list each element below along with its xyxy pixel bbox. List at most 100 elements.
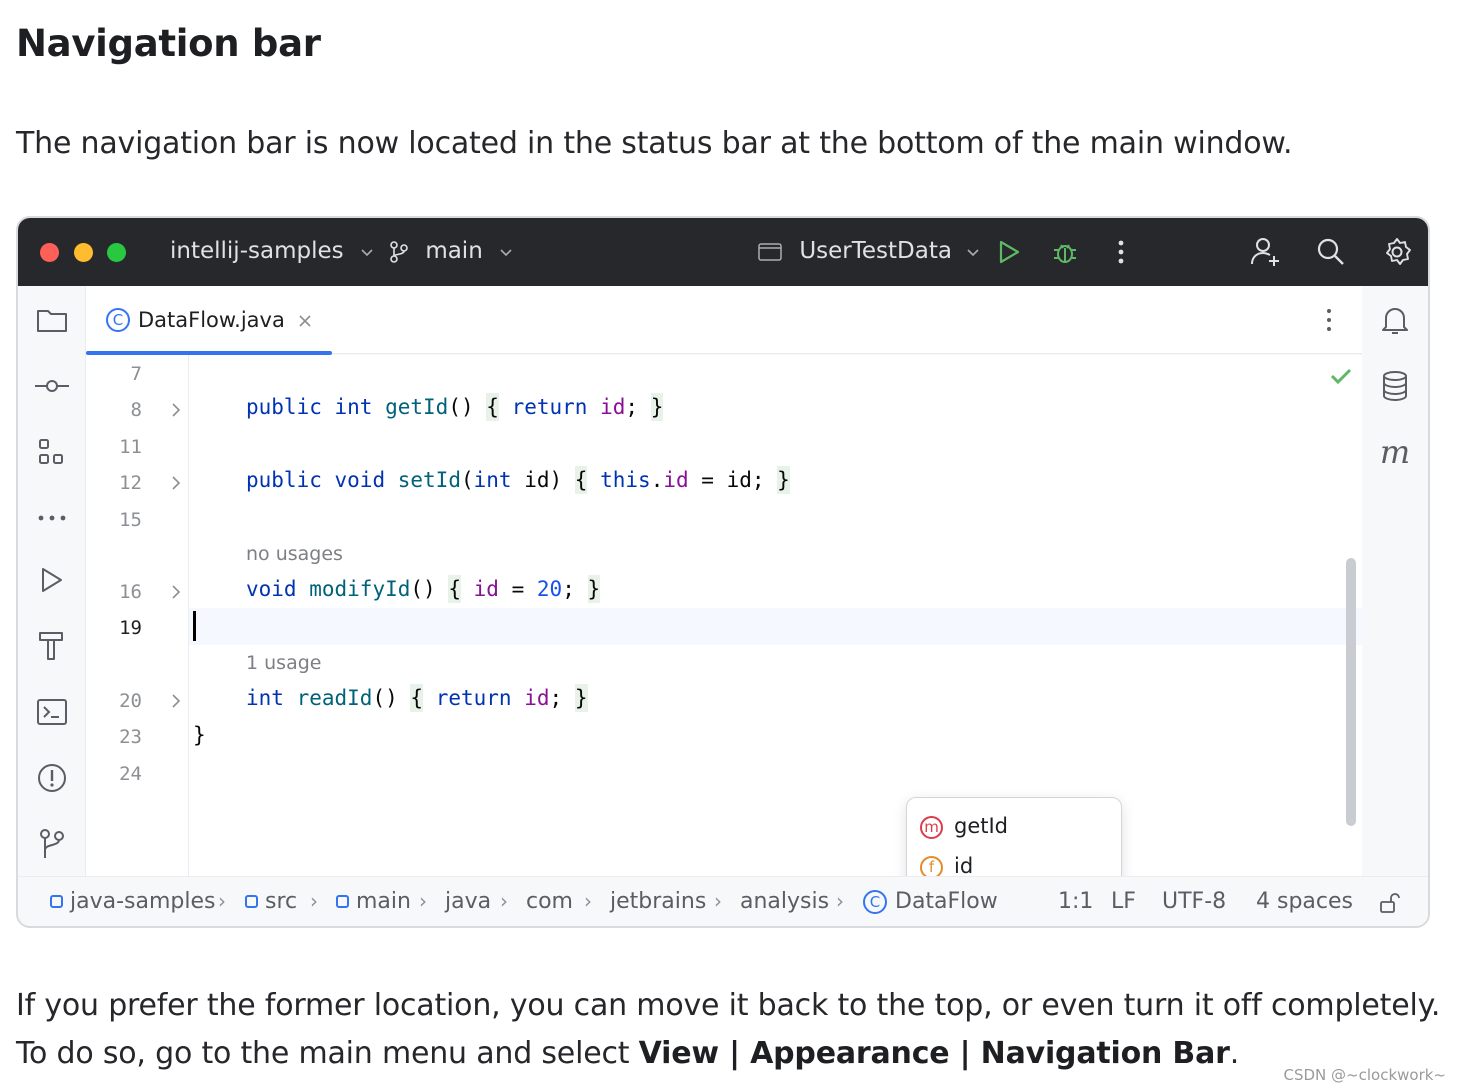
line-number: 11 xyxy=(119,436,142,458)
right-toolbar: m xyxy=(1360,286,1428,876)
breadcrumb-separator: › xyxy=(419,889,427,913)
maven-tool-button[interactable]: m xyxy=(1375,432,1415,472)
run-tool-button[interactable] xyxy=(32,560,72,600)
search-icon xyxy=(1317,238,1344,265)
line-number: 20 xyxy=(119,690,142,712)
notifications-button[interactable] xyxy=(1375,300,1415,340)
usages-hint[interactable]: no usages xyxy=(246,543,343,565)
breadcrumb-item[interactable]: main xyxy=(336,889,411,914)
line-separator-selector[interactable]: LF xyxy=(1111,889,1136,914)
more-horiz-icon xyxy=(38,515,66,521)
breadcrumb-separator: › xyxy=(310,889,318,913)
maven-icon: m xyxy=(1379,433,1411,471)
breadcrumb-item[interactable]: java xyxy=(445,889,491,914)
line-number: 12 xyxy=(119,472,142,494)
fold-chevron-icon[interactable] xyxy=(170,401,182,419)
line-number-current: 19 xyxy=(119,617,142,639)
structure-tool-button[interactable] xyxy=(32,432,72,472)
code-editor[interactable]: 7 8 11 12 15 16 19 20 23 24 public int g… xyxy=(86,355,1362,926)
more-tools-button[interactable] xyxy=(32,498,72,538)
folder-icon xyxy=(336,895,349,908)
current-line-highlight xyxy=(86,608,1362,645)
git-branch-icon xyxy=(390,240,408,263)
settings-button[interactable] xyxy=(1380,235,1414,269)
method-icon: m xyxy=(920,816,943,839)
structure-icon xyxy=(39,439,63,464)
breadcrumb-separator: › xyxy=(584,889,592,913)
lock-icon[interactable] xyxy=(1378,891,1402,915)
zoom-window-button[interactable] xyxy=(107,243,126,262)
tab-options-icon[interactable] xyxy=(1326,308,1332,332)
tab-label: DataFlow.java xyxy=(138,308,285,332)
line-number: 24 xyxy=(119,763,142,785)
commit-icon xyxy=(35,380,69,392)
search-everywhere-button[interactable] xyxy=(1314,235,1348,269)
minimize-window-button[interactable] xyxy=(74,243,93,262)
completion-item[interactable]: m getId xyxy=(916,808,1114,846)
breadcrumb-item[interactable]: jetbrains xyxy=(610,889,706,914)
fold-chevron-icon[interactable] xyxy=(170,583,182,601)
chevron-down-icon xyxy=(361,248,373,256)
fold-chevron-icon[interactable] xyxy=(170,474,182,492)
indent-selector[interactable]: 4 spaces xyxy=(1256,889,1353,914)
database-tool-button[interactable] xyxy=(1375,366,1415,406)
encoding-selector[interactable]: UTF-8 xyxy=(1162,889,1226,914)
run-button[interactable] xyxy=(992,235,1026,269)
caret-position[interactable]: 1:1 xyxy=(1058,889,1093,914)
code-with-me-button[interactable] xyxy=(1248,235,1282,269)
terminal-tool-button[interactable] xyxy=(32,692,72,732)
breadcrumb-item[interactable]: java-samples xyxy=(50,889,215,914)
branch-switcher[interactable]: main xyxy=(388,238,514,264)
bell-icon xyxy=(1382,308,1408,334)
title-bar: intellij-samples main UserTestData xyxy=(18,218,1428,286)
run-config-name: UserTestData xyxy=(799,238,952,264)
debug-icon xyxy=(1054,244,1076,263)
git-tool-button[interactable] xyxy=(32,824,72,864)
more-vert-icon xyxy=(1118,240,1124,264)
code-line-23: } xyxy=(193,723,206,747)
module-icon xyxy=(50,895,63,908)
breadcrumb-item[interactable]: analysis xyxy=(740,889,829,914)
problems-icon xyxy=(38,764,66,792)
text-caret xyxy=(193,611,196,641)
project-tool-button[interactable] xyxy=(32,300,72,340)
check-icon xyxy=(1330,368,1352,385)
scrollbar-thumb[interactable] xyxy=(1346,558,1356,826)
line-number: 8 xyxy=(130,399,142,421)
breadcrumb-separator: › xyxy=(836,889,844,913)
tab-dataflow-java[interactable]: C DataFlow.java xyxy=(86,286,332,355)
fold-chevron-icon[interactable] xyxy=(170,692,182,710)
build-tool-button[interactable] xyxy=(32,626,72,666)
breadcrumb-separator: › xyxy=(714,889,722,913)
completion-item[interactable]: m readId xyxy=(916,927,1114,928)
line-number: 7 xyxy=(130,363,142,385)
breadcrumb-item[interactable]: C DataFlow xyxy=(863,889,998,914)
code-line-20: int readId() { return id; } xyxy=(246,684,588,712)
code-line-8: public int getId() { return id; } xyxy=(246,393,664,421)
commit-tool-button[interactable] xyxy=(32,366,72,406)
line-number: 15 xyxy=(119,509,142,531)
code-line-12: public void setId(int id) { this.id = id… xyxy=(246,466,790,494)
debug-button[interactable] xyxy=(1048,235,1082,269)
run-icon xyxy=(42,568,62,592)
completion-label: id xyxy=(954,854,974,878)
breadcrumb-item[interactable]: src xyxy=(245,889,297,914)
build-icon xyxy=(39,632,63,660)
breadcrumb-separator: › xyxy=(218,889,226,913)
run-config-selector[interactable]: UserTestData xyxy=(758,238,981,264)
chevron-down-icon xyxy=(500,248,512,256)
close-window-button[interactable] xyxy=(40,243,59,262)
problems-tool-button[interactable] xyxy=(32,758,72,798)
usages-hint[interactable]: 1 usage xyxy=(246,652,321,674)
breadcrumb-item[interactable]: com xyxy=(526,889,573,914)
run-icon xyxy=(999,240,1020,264)
class-icon: C xyxy=(863,889,887,914)
more-actions-button[interactable] xyxy=(1104,235,1138,269)
close-icon[interactable] xyxy=(298,314,312,328)
project-switcher[interactable]: intellij-samples xyxy=(170,238,375,264)
branch-name: main xyxy=(425,238,483,264)
terminal-icon xyxy=(37,699,67,725)
breadcrumb-separator: › xyxy=(500,889,508,913)
folder-icon xyxy=(37,310,67,332)
run-config-icon xyxy=(758,242,782,261)
